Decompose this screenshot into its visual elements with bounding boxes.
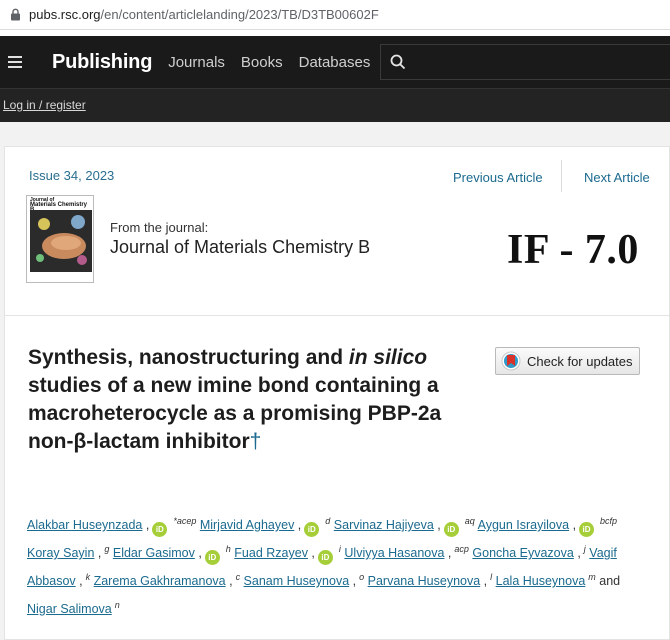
- author-link[interactable]: Parvana Huseynova: [368, 574, 481, 588]
- affiliation-marker: c: [235, 571, 241, 582]
- section-divider: [4, 315, 670, 316]
- orcid-icon[interactable]: iD: [317, 550, 333, 565]
- affiliation-marker: bcfp: [600, 515, 618, 526]
- nav-databases[interactable]: Databases: [299, 54, 371, 71]
- author-separator: ,: [75, 574, 83, 588]
- authors-conjunction: and: [599, 574, 621, 588]
- author-separator: ,: [444, 546, 452, 560]
- author-separator: ,: [349, 574, 357, 588]
- nav-separator: [561, 160, 562, 192]
- author-link[interactable]: Sanam Huseynova: [244, 574, 350, 588]
- author-separator: ,: [142, 518, 150, 532]
- author-link[interactable]: Mirjavid Aghayev: [200, 518, 295, 532]
- login-register-link[interactable]: Log in / register: [3, 98, 86, 112]
- orcid-icon[interactable]: iD: [204, 550, 220, 565]
- affiliation-marker: g: [104, 543, 110, 554]
- journal-cover[interactable]: Journal of Materials Chemistry B: [26, 195, 94, 283]
- sub-navigation: [0, 88, 670, 122]
- menu-icon[interactable]: [8, 56, 22, 68]
- author-link[interactable]: Aygun Israyilova: [478, 518, 570, 532]
- orcid-icon[interactable]: iD: [579, 522, 595, 537]
- affiliation-marker: j: [583, 543, 586, 554]
- affiliation-marker: aq: [464, 515, 475, 526]
- author-link[interactable]: Eldar Gasimov: [113, 546, 195, 560]
- impact-factor: IF - 7.0: [507, 227, 639, 273]
- author-link[interactable]: Goncha Eyvazova: [472, 546, 573, 560]
- url-host: pubs.rsc.org: [29, 7, 101, 22]
- author-separator: ,: [480, 574, 488, 588]
- issue-label: Issue 34, 2023: [29, 168, 115, 183]
- affiliation-marker: o: [359, 571, 365, 582]
- article-title: Synthesis, nanostructuring and in silico…: [28, 346, 442, 453]
- affiliation-marker: *acep: [173, 515, 197, 526]
- nav-journals[interactable]: Journals: [168, 54, 225, 71]
- journal-name[interactable]: Journal of Materials Chemistry B: [110, 237, 370, 258]
- check-for-updates-button[interactable]: Check for updates: [495, 347, 640, 375]
- author-separator: ,: [433, 518, 441, 532]
- author-separator: ,: [94, 546, 102, 560]
- author-separator: ,: [194, 546, 202, 560]
- check-for-updates-label: Check for updates: [527, 353, 633, 369]
- author-link[interactable]: Lala Huseynova: [496, 574, 586, 588]
- affiliation-marker: n: [114, 599, 120, 610]
- affiliation-marker: l: [490, 571, 493, 582]
- affiliation-marker: d: [325, 515, 331, 526]
- footnote-dagger[interactable]: †: [250, 430, 262, 453]
- author-separator: ,: [225, 574, 233, 588]
- lock-icon: [11, 8, 20, 21]
- search-icon[interactable]: [390, 54, 406, 70]
- address-bar[interactable]: pubs.rsc.org/en/content/articlelanding/2…: [0, 0, 670, 30]
- from-journal-label: From the journal:: [110, 220, 209, 235]
- author-link[interactable]: Sarvinaz Hajiyeva: [334, 518, 434, 532]
- author-separator: ,: [569, 518, 577, 532]
- orcid-icon[interactable]: iD: [152, 522, 168, 537]
- orcid-icon[interactable]: iD: [443, 522, 459, 537]
- next-article-link[interactable]: Next Article: [584, 170, 650, 185]
- nav-books[interactable]: Books: [241, 54, 283, 71]
- author-link[interactable]: Alakbar Huseynzada: [27, 518, 142, 532]
- author-separator: ,: [573, 546, 581, 560]
- author-link[interactable]: Ulviyya Hasanova: [344, 546, 444, 560]
- search-input[interactable]: [380, 44, 670, 80]
- author-separator: ,: [294, 518, 302, 532]
- top-navigation: Publishing Journals Books Databases: [0, 36, 670, 88]
- author-link[interactable]: Koray Sayin: [27, 546, 94, 560]
- author-link[interactable]: Fuad Rzayev: [234, 546, 308, 560]
- crossmark-icon: [501, 351, 521, 371]
- affiliation-marker: m: [588, 571, 596, 582]
- author-list: Alakbar Huseynzada , iD*acep Mirjavid Agh…: [27, 511, 642, 623]
- cover-artwork: [30, 210, 92, 272]
- affiliation-marker: acp: [454, 543, 469, 554]
- previous-article-link[interactable]: Previous Article: [453, 170, 543, 185]
- url-path: /en/content/articlelanding/2023/TB/D3TB0…: [100, 7, 379, 22]
- author-separator: ,: [307, 546, 315, 560]
- affiliation-marker: h: [225, 543, 231, 554]
- affiliation-marker: i: [338, 543, 341, 554]
- author-link[interactable]: Zarema Gakhramanova: [94, 574, 226, 588]
- brand-logo[interactable]: Publishing: [52, 51, 152, 74]
- orcid-icon[interactable]: iD: [304, 522, 320, 537]
- author-link[interactable]: Nigar Salimova: [27, 602, 112, 616]
- affiliation-marker: k: [85, 571, 91, 582]
